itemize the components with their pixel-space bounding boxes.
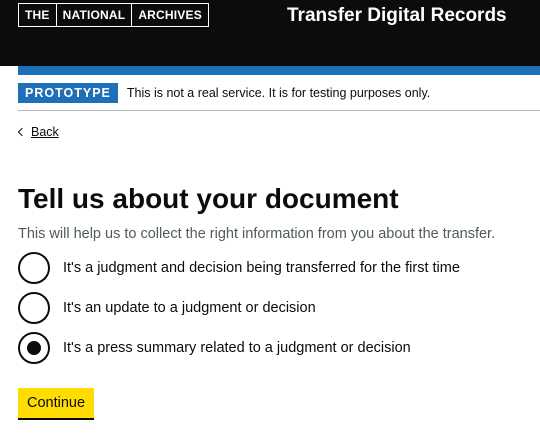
back-link[interactable]: Back (17, 124, 59, 140)
logo-word-national: NATIONAL (55, 4, 132, 26)
phase-banner-divider (18, 110, 540, 111)
site-header: THE NATIONAL ARCHIVES Transfer Digital R… (0, 0, 540, 66)
radio-option-update[interactable]: It's an update to a judgment or decision (18, 292, 528, 324)
page-title: Tell us about your document (18, 183, 399, 214)
radio-option-first-time[interactable]: It's a judgment and decision being trans… (18, 252, 528, 284)
radio-button[interactable] (18, 292, 50, 324)
logo-word-archives: ARCHIVES (131, 4, 208, 26)
back-link-label: Back (31, 125, 59, 139)
national-archives-logo[interactable]: THE NATIONAL ARCHIVES (18, 3, 209, 27)
radio-label[interactable]: It's an update to a judgment or decision (63, 299, 316, 317)
phase-banner-text: This is not a real service. It is for te… (126, 86, 431, 100)
chevron-left-icon (17, 127, 27, 137)
logo-word-the: THE (25, 8, 50, 22)
service-name[interactable]: Transfer Digital Records (287, 4, 507, 28)
radio-label[interactable]: It's a press summary related to a judgme… (63, 339, 411, 357)
phase-banner: PROTOTYPE This is not a real service. It… (18, 83, 430, 103)
radio-label[interactable]: It's a judgment and decision being trans… (63, 259, 460, 277)
continue-button[interactable]: Continue (18, 388, 95, 418)
radio-button-selected[interactable] (18, 332, 50, 364)
header-accent-bar (18, 66, 540, 75)
question-hint: This will help us to collect the right i… (18, 226, 496, 242)
phase-tag: PROTOTYPE (18, 83, 118, 103)
radio-button[interactable] (18, 252, 50, 284)
radio-option-press-summary[interactable]: It's a press summary related to a judgme… (18, 332, 528, 364)
